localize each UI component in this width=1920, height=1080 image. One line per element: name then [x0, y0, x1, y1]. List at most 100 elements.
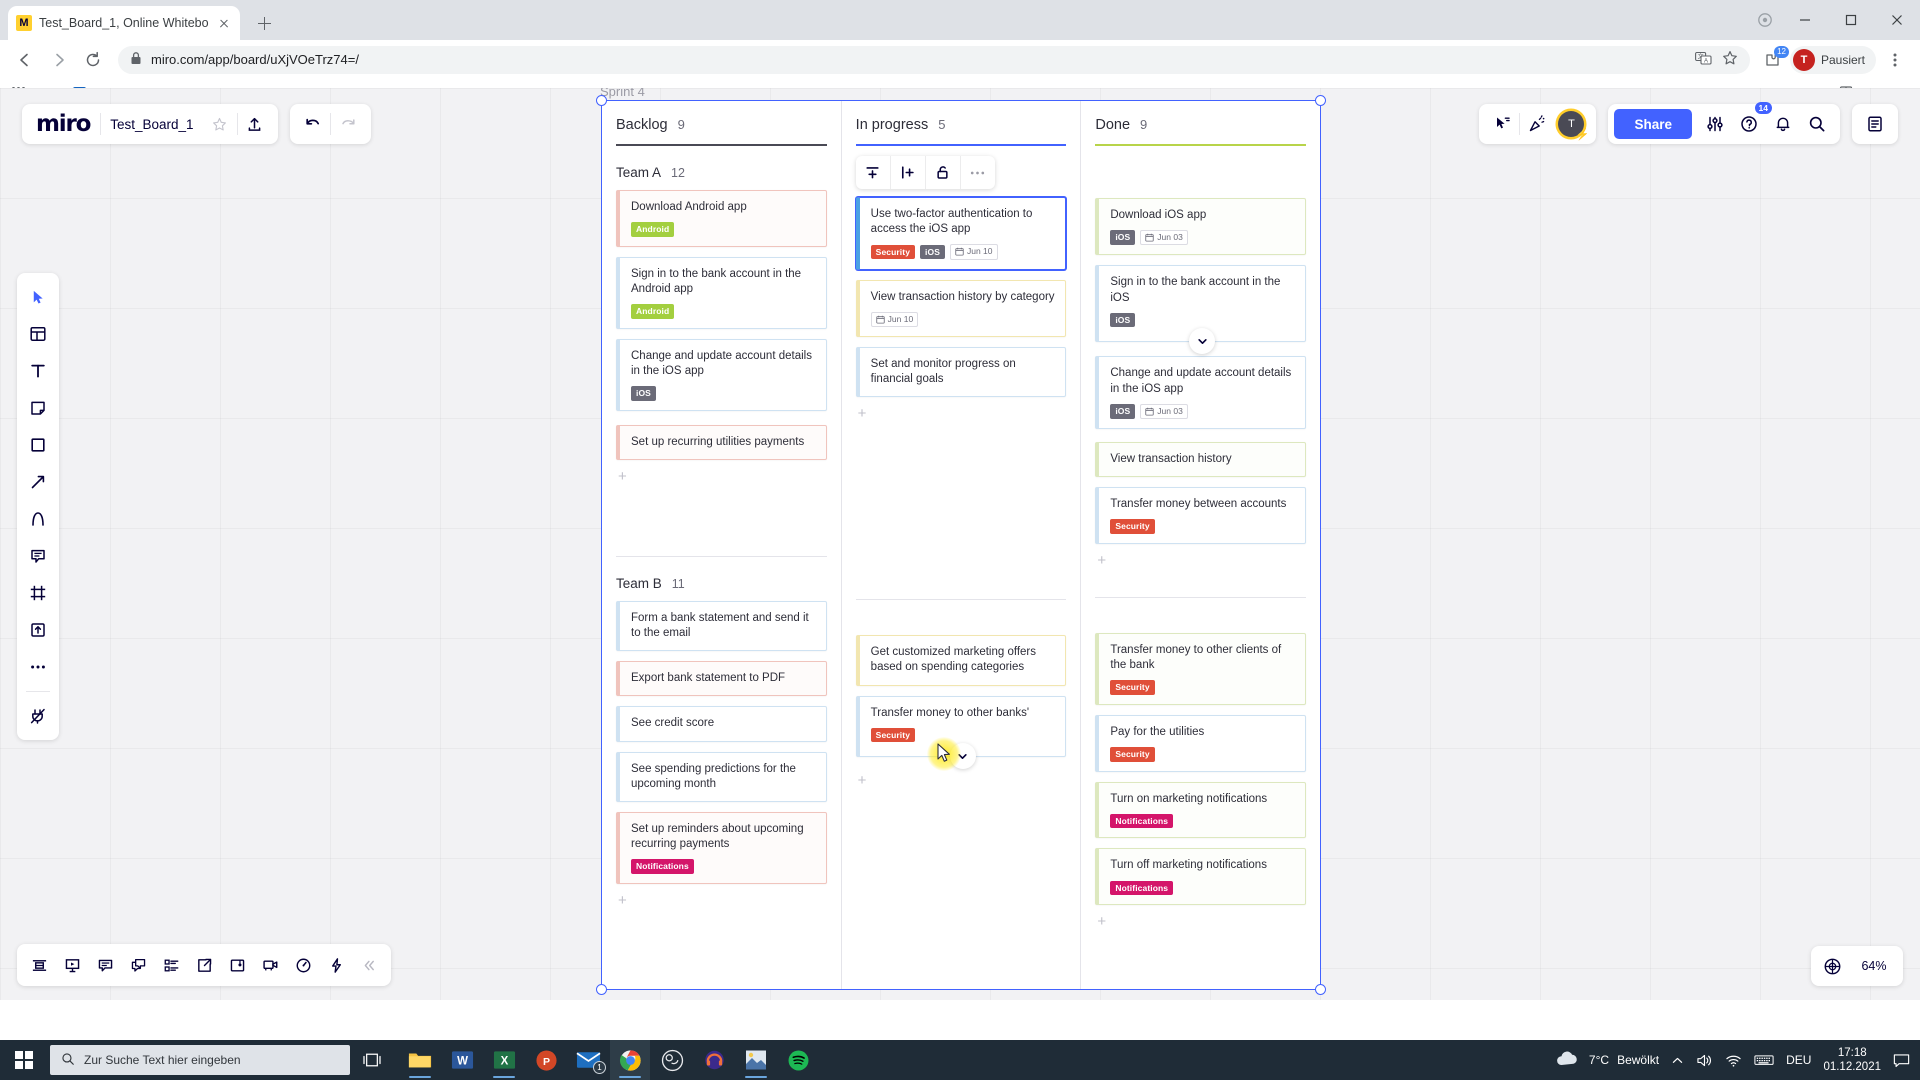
- tag-android[interactable]: Android: [631, 304, 675, 319]
- tasks-icon[interactable]: [156, 950, 186, 980]
- due-date-chip[interactable]: Jun 10: [870, 311, 919, 327]
- kanban-column-in-progress[interactable]: In progress 5 Use two-factor authenticat…: [840, 101, 1081, 989]
- frame-tool[interactable]: [22, 577, 54, 609]
- tag-security[interactable]: Security: [870, 727, 916, 743]
- tag-security[interactable]: Security: [870, 244, 916, 260]
- kanban-card[interactable]: Set up reminders about upcoming recurrin…: [616, 811, 827, 884]
- timer-icon[interactable]: [288, 950, 318, 980]
- taskbar-app-chrome[interactable]: [610, 1040, 650, 1080]
- undo-icon[interactable]: [296, 107, 330, 141]
- kanban-card[interactable]: Sign in to the bank account in the Andro…: [616, 256, 827, 329]
- share-button[interactable]: Share: [1614, 109, 1692, 139]
- kanban-card[interactable]: Download Android app Android: [616, 190, 827, 247]
- tag-ios[interactable]: iOS: [631, 386, 656, 401]
- taskbar-app-excel[interactable]: X: [484, 1040, 524, 1080]
- user-avatar[interactable]: T ⚡: [1558, 111, 1589, 141]
- add-card-button[interactable]: +: [856, 406, 1067, 421]
- kanban-card[interactable]: Transfer money to other banks' Security: [855, 695, 1067, 770]
- due-date-chip[interactable]: Jun 03: [1140, 230, 1188, 246]
- text-tool[interactable]: [22, 355, 54, 387]
- kanban-card[interactable]: Set up recurring utilities payments: [616, 424, 827, 460]
- more-icon[interactable]: [961, 156, 995, 189]
- taskbar-app-mail[interactable]: 1: [568, 1040, 608, 1080]
- tag-ios[interactable]: iOS: [920, 244, 945, 260]
- add-right-icon[interactable]: [891, 156, 925, 189]
- due-date-chip[interactable]: Jun 03: [1140, 403, 1188, 419]
- tag-security[interactable]: Security: [1110, 680, 1155, 695]
- bookmark-star-icon[interactable]: [1722, 50, 1738, 69]
- kanban-card[interactable]: Get customized marketing offers based on…: [855, 635, 1067, 686]
- add-card-button[interactable]: +: [1095, 914, 1306, 929]
- star-icon[interactable]: [203, 107, 237, 141]
- bell-icon[interactable]: [1766, 107, 1800, 141]
- maximize-button[interactable]: [1828, 0, 1874, 40]
- upload-tool[interactable]: [22, 614, 54, 646]
- tag-security[interactable]: Security: [1110, 519, 1155, 534]
- kanban-frame[interactable]: Backlog 9 Team A 12 Download Android app…: [596, 95, 1326, 995]
- expand-chevron-down-icon[interactable]: [949, 743, 976, 770]
- kanban-card[interactable]: See spending predictions for the upcomin…: [616, 751, 827, 802]
- kanban-card[interactable]: Export bank statement to PDF: [616, 661, 827, 697]
- pen-tool[interactable]: [22, 503, 54, 535]
- comment-tool[interactable]: [22, 540, 54, 572]
- taskbar-search[interactable]: Zur Suche Text hier eingeben: [50, 1045, 350, 1075]
- kanban-card[interactable]: Change and update account details in the…: [616, 338, 827, 411]
- presentation-icon[interactable]: [57, 950, 87, 980]
- more-tools[interactable]: [22, 651, 54, 683]
- frames-panel-icon[interactable]: [24, 950, 54, 980]
- taskbar-app-audio-app[interactable]: [694, 1040, 734, 1080]
- kanban-card[interactable]: Pay for the utilities Security: [1095, 714, 1307, 772]
- templates-tool[interactable]: [22, 318, 54, 350]
- arrow-tool[interactable]: [22, 466, 54, 498]
- tag-ios[interactable]: iOS: [1110, 312, 1136, 328]
- forward-icon[interactable]: [44, 45, 74, 75]
- kanban-card[interactable]: Form a bank statement and send it to the…: [616, 600, 827, 652]
- action-center-icon[interactable]: [1893, 1053, 1910, 1068]
- tag-notifications[interactable]: Notifications: [631, 859, 694, 874]
- add-below-icon[interactable]: [856, 156, 890, 189]
- comments-icon[interactable]: [90, 950, 120, 980]
- export-icon[interactable]: [189, 950, 219, 980]
- start-button[interactable]: [0, 1040, 48, 1080]
- profile-button[interactable]: T Pausiert: [1789, 45, 1876, 74]
- document-panel-icon[interactable]: [1858, 107, 1892, 141]
- back-icon[interactable]: [10, 45, 40, 75]
- taskbar-app-obs-studio[interactable]: [652, 1040, 692, 1080]
- kanban-card[interactable]: Download iOS app iOS Jun 03: [1095, 198, 1307, 256]
- clock-widget[interactable]: 17:18 01.12.2021: [1823, 1046, 1881, 1075]
- kanban-card[interactable]: Change and update account details in the…: [1095, 356, 1307, 429]
- redo-icon[interactable]: [331, 107, 365, 141]
- kanban-card[interactable]: Transfer money to other clients of the b…: [1095, 632, 1307, 705]
- kanban-card[interactable]: View transaction history by category Jun…: [855, 279, 1067, 337]
- extension-puzzle-icon[interactable]: [1748, 3, 1782, 37]
- close-icon[interactable]: [216, 15, 232, 31]
- kanban-card[interactable]: Set and monitor progress on financial go…: [855, 346, 1067, 398]
- frame-label[interactable]: Sprint 4: [600, 88, 645, 99]
- add-card-button[interactable]: +: [616, 469, 827, 484]
- chat-icon[interactable]: [123, 950, 153, 980]
- collapse-icon[interactable]: [354, 950, 384, 980]
- kanban-column-done[interactable]: Done 9 Download iOS app iOS Jun 03 Sign …: [1080, 101, 1320, 989]
- new-tab-button[interactable]: [250, 9, 278, 37]
- screenshot-icon[interactable]: [222, 950, 252, 980]
- kanban-card[interactable]: Transfer money between accounts Security: [1095, 487, 1307, 544]
- kanban-card[interactable]: Sign in to the bank account in the iOS i…: [1095, 265, 1307, 355]
- add-card-button[interactable]: +: [1095, 553, 1306, 568]
- language-indicator[interactable]: DEU: [1786, 1053, 1811, 1067]
- keyboard-icon[interactable]: [1754, 1053, 1774, 1067]
- zoom-level[interactable]: 64%: [1851, 959, 1897, 973]
- show-hidden-icons-chevron-up-icon[interactable]: [1671, 1054, 1684, 1067]
- tag-security[interactable]: Security: [1110, 747, 1155, 762]
- wifi-icon[interactable]: [1725, 1053, 1742, 1068]
- due-date-chip[interactable]: Jun 10: [949, 244, 998, 260]
- taskbar-app-word[interactable]: W: [442, 1040, 482, 1080]
- chrome-menu-icon[interactable]: [1880, 45, 1910, 75]
- power-ups-icon[interactable]: [321, 950, 351, 980]
- translate-icon[interactable]: 文A: [1695, 51, 1712, 69]
- address-bar[interactable]: miro.com/app/board/uXjVOeTrz74=/ 文A: [118, 45, 1750, 74]
- extensions-icon[interactable]: 12: [1760, 45, 1789, 73]
- miro-logo[interactable]: miro: [28, 111, 100, 137]
- fit-to-screen-icon[interactable]: [1817, 951, 1847, 981]
- tag-notifications[interactable]: Notifications: [1110, 813, 1174, 829]
- kanban-column-backlog[interactable]: Backlog 9 Team A 12 Download Android app…: [602, 101, 841, 989]
